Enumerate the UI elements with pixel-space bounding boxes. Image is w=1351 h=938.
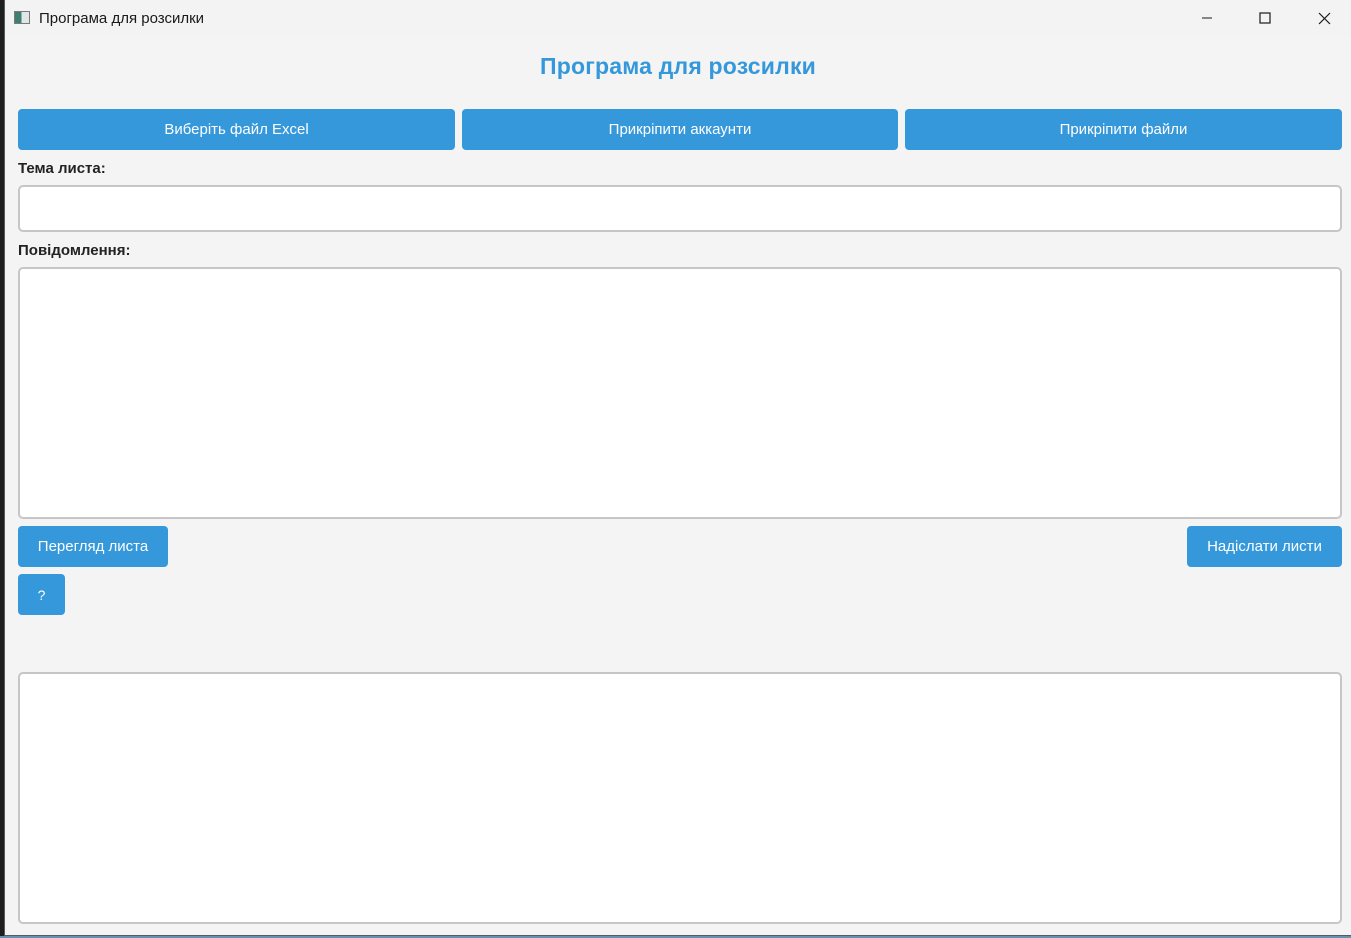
attach-accounts-button[interactable]: Прикріпити аккаунти [462, 109, 898, 150]
subject-input[interactable] [18, 185, 1342, 232]
message-label: Повідомлення: [18, 242, 131, 259]
title-bar[interactable]: Програма для розсилки [5, 0, 1351, 36]
minimize-button[interactable] [1178, 0, 1236, 36]
close-button[interactable] [1295, 0, 1351, 36]
close-icon [1318, 12, 1331, 25]
message-textarea[interactable] [18, 267, 1342, 519]
subject-label: Тема листа: [18, 160, 106, 177]
help-button[interactable]: ? [18, 574, 65, 615]
app-heading: Програма для розсилки [539, 53, 816, 79]
maximize-icon [1259, 12, 1271, 24]
attach-files-button[interactable]: Прикріпити файли [905, 109, 1342, 150]
maximize-button[interactable] [1236, 0, 1294, 36]
select-excel-button[interactable]: Виберіть файл Excel [18, 109, 455, 150]
app-window: Програма для розсилки Програма для розси… [4, 0, 1351, 936]
app-icon [14, 11, 30, 24]
minimize-icon [1201, 12, 1213, 24]
window-title: Програма для розсилки [39, 10, 205, 27]
preview-button[interactable]: Перегляд листа [18, 526, 168, 567]
log-output[interactable] [18, 672, 1342, 924]
send-button[interactable]: Надіслати листи [1187, 526, 1342, 567]
